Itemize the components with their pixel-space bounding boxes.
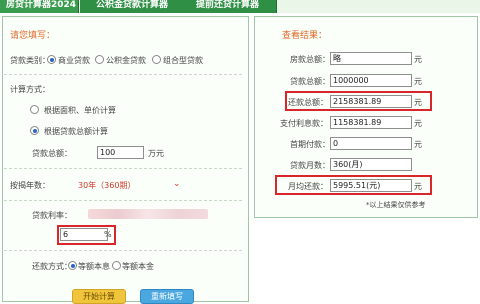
tab-bar: 房贷计算器2024 公积金贷款计算器 提前还贷计算器 [0,0,480,13]
loan-type-commercial-label: 商业贷款 [58,56,90,65]
calculate-button[interactable]: 开始计算 [72,289,126,304]
result-panel-title: 查看结果： [282,31,328,41]
chevron-down-icon[interactable]: ⌄ [173,179,181,189]
repay-equal-installment-radio[interactable] [68,261,77,270]
repay-equal-installment-label: 等额本息 [78,262,110,271]
interest-value: 1158381.89 [330,116,412,129]
calc-method-label: 计算方式： [10,85,50,94]
loan-type-combo-radio[interactable] [152,55,161,64]
loan-total-label: 贷款总额： [32,149,72,158]
loan-total-unit: 万元 [148,149,164,158]
rate-select-blurred[interactable] [88,209,208,219]
monthly-payment-highlight-box [275,175,432,195]
calc-by-area-label: 根据面积、单价计算 [44,106,116,115]
calc-by-total-radio[interactable] [30,126,39,135]
repay-equal-principal-radio[interactable] [112,261,121,270]
interest-unit: 元 [414,119,422,128]
loan-type-commercial-radio[interactable] [47,55,56,64]
tab-provident-fund-calculator[interactable]: 公积金贷款计算器 [80,0,187,13]
loan-total-input[interactable]: 100 [97,146,144,159]
loan-type-combo-label: 组合型贷款 [163,56,203,65]
loan-type-fund-radio[interactable] [95,55,104,64]
repay-total-highlight-box [285,91,432,111]
result-note: *以上结果仅供参考 [366,201,426,209]
input-panel-title: 请您填写： [10,31,56,41]
tab-prepayment-calculator[interactable]: 提前还贷计算器 [180,0,277,13]
divider [4,200,242,201]
calc-by-area-radio[interactable] [30,105,39,114]
house-total-label: 房款总额： [290,55,330,64]
divider [4,250,242,251]
repay-equal-principal-label: 等额本金 [122,262,154,271]
loan-months-value: 360(月) [330,158,412,171]
calc-by-total-label: 根据贷款总额计算 [44,127,108,136]
loan-total-result-label: 贷款总额： [290,77,330,86]
years-label: 按揭年数： [10,181,50,190]
house-total-value: 略 [330,52,412,65]
loan-type-fund-label: 公积金贷款 [106,56,146,65]
loan-total-result-unit: 元 [414,77,422,86]
repay-method-label: 还款方式： [32,262,72,271]
loan-total-result-value: 1000000 [330,74,412,87]
rate-highlight-box [57,225,116,245]
loan-type-label: 贷款类别： [10,56,50,65]
rate-label: 贷款利率： [32,211,72,220]
house-total-unit: 元 [414,55,422,64]
down-payment-value: 0 [330,137,412,150]
reset-button[interactable]: 重新填写 [140,289,194,304]
interest-label: 支付利息款： [280,119,328,128]
tab-mortgage-calculator[interactable]: 房贷计算器2024 [0,0,79,13]
divider [4,74,242,75]
years-select[interactable]: 30年（360期） [78,180,135,191]
down-payment-unit: 元 [414,140,422,149]
down-payment-label: 首期付款： [290,140,330,149]
loan-months-label: 贷款月数： [290,161,330,170]
divider [4,168,242,169]
